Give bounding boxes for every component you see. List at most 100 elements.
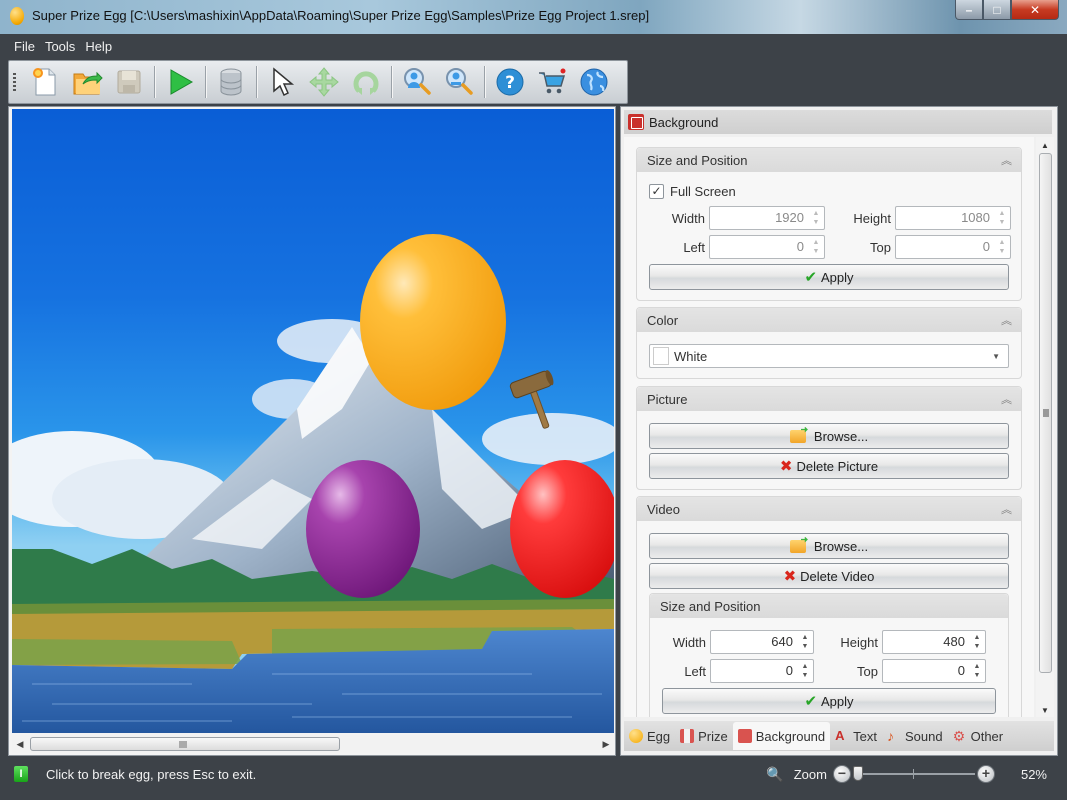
- database-button[interactable]: [212, 63, 250, 101]
- zoom-out-button[interactable]: −: [832, 765, 851, 783]
- video-top-field[interactable]: 0 ▲ ▼: [882, 659, 986, 683]
- dropdown-arrow-icon[interactable]: ▼: [992, 352, 1000, 361]
- tab-label: Egg: [647, 728, 671, 744]
- browse-label: Browse...: [813, 538, 869, 554]
- database-icon: [220, 68, 242, 96]
- run-button[interactable]: [161, 63, 199, 101]
- app-window: Super Prize Egg [C:\Users\mashixin\AppDa…: [0, 0, 1067, 800]
- zoom-in-button[interactable]: [398, 63, 436, 101]
- tab-text[interactable]: A Text: [830, 722, 882, 750]
- color-select[interactable]: White ▼: [649, 344, 1009, 368]
- spinner-arrows-icon[interactable]: ▲ ▼: [801, 662, 809, 680]
- menu-help[interactable]: Help: [85, 39, 112, 54]
- left-top-row: Left 0 ▲ ▼ Top 0 ▲ ▼: [637, 235, 1011, 259]
- cart-icon: [539, 68, 566, 94]
- width-value: 640: [771, 634, 793, 649]
- spinner-arrows-icon[interactable]: ▲ ▼: [801, 633, 809, 651]
- full-screen-row: ✓ Full Screen: [649, 184, 736, 199]
- group-title: Video: [647, 501, 681, 517]
- tab-prize[interactable]: Prize: [675, 722, 733, 750]
- design-canvas-pane: ◀ ▶: [8, 106, 616, 756]
- tab-sound[interactable]: ♪ Sound: [882, 722, 948, 750]
- video-left-field[interactable]: 0 ▲ ▼: [710, 659, 814, 683]
- top-value: 0: [982, 239, 990, 254]
- tab-other[interactable]: ⚙ Other: [948, 722, 1009, 750]
- vertical-scroll-thumb[interactable]: [1039, 153, 1052, 673]
- website-button[interactable]: [575, 63, 613, 101]
- horizontal-scrollbar[interactable]: ◀ ▶: [12, 735, 614, 753]
- maximize-button[interactable]: □: [983, 0, 1011, 20]
- group-header[interactable]: Picture ︽: [637, 387, 1021, 411]
- collapse-icon[interactable]: ︽: [1001, 391, 1012, 407]
- spinner-arrows-icon[interactable]: ▲ ▼: [973, 633, 981, 651]
- left-value: 0: [796, 239, 804, 254]
- video-width-field[interactable]: 640 ▲ ▼: [710, 630, 814, 654]
- width-field[interactable]: 1920 ▲ ▼: [709, 206, 825, 230]
- help-icon: ?: [496, 68, 524, 96]
- apply-label: Apply: [821, 269, 854, 285]
- gift-icon: [680, 729, 695, 743]
- collapse-icon[interactable]: ︽: [1001, 501, 1012, 517]
- group-header[interactable]: Size and Position: [650, 594, 1008, 618]
- collapse-icon[interactable]: ︽: [1001, 312, 1012, 328]
- height-field[interactable]: 1080 ▲ ▼: [895, 206, 1011, 230]
- toolbar-separator: [256, 66, 257, 98]
- scroll-right-arrow-icon[interactable]: ▶: [600, 738, 612, 750]
- open-project-button[interactable]: [68, 63, 106, 101]
- picture-group: Picture ︽ Browse... ✖ Delete Picture: [636, 386, 1022, 490]
- full-screen-checkbox[interactable]: ✓: [649, 184, 664, 199]
- background-icon: [737, 729, 752, 743]
- browse-video-button[interactable]: Browse...: [649, 533, 1009, 559]
- delete-video-button[interactable]: ✖ Delete Video: [649, 563, 1009, 589]
- menu-file[interactable]: File: [14, 39, 35, 54]
- orange-egg[interactable]: [360, 234, 506, 410]
- video-height-field[interactable]: 480 ▲ ▼: [882, 630, 986, 654]
- delete-x-icon: ✖: [779, 458, 793, 475]
- scroll-up-arrow-icon[interactable]: ▲: [1039, 141, 1051, 150]
- left-value: 0: [785, 663, 793, 678]
- minimize-button[interactable]: –: [955, 0, 983, 20]
- top-field[interactable]: 0 ▲ ▼: [895, 235, 1011, 259]
- left-field[interactable]: 0 ▲ ▼: [709, 235, 825, 259]
- apply-button[interactable]: ✔ Apply: [649, 264, 1009, 290]
- zoom-label: Zoom: [793, 766, 827, 782]
- browse-picture-button[interactable]: Browse...: [649, 423, 1009, 449]
- collapse-icon[interactable]: ︽: [1001, 152, 1012, 168]
- zoom-slider-thumb[interactable]: [852, 766, 863, 781]
- spinner-arrows-icon[interactable]: ▲ ▼: [812, 209, 820, 227]
- group-header[interactable]: Video ︽: [637, 497, 1021, 521]
- width-value: 1920: [775, 210, 804, 225]
- horizontal-scroll-thumb[interactable]: [30, 737, 340, 751]
- menu-tools[interactable]: Tools: [45, 39, 75, 54]
- left-label: Left: [684, 663, 706, 679]
- select-tool-button[interactable]: [263, 63, 301, 101]
- video-apply-button[interactable]: ✔ Apply: [662, 688, 996, 714]
- preview-canvas[interactable]: [12, 109, 614, 733]
- zoom-slider[interactable]: [852, 765, 975, 783]
- close-button[interactable]: ✕: [1011, 0, 1059, 20]
- checkmark-icon: ✔: [804, 693, 818, 710]
- tab-background[interactable]: Background: [732, 722, 831, 750]
- spinner-arrows-icon[interactable]: ▲ ▼: [973, 662, 981, 680]
- new-project-button[interactable]: [26, 63, 64, 101]
- tab-label: Background: [755, 728, 826, 744]
- spinner-arrows-icon[interactable]: ▲ ▼: [812, 238, 820, 256]
- zoom-out-button[interactable]: [440, 63, 478, 101]
- zoom-in-button[interactable]: +: [976, 765, 995, 783]
- width-label: Width: [671, 210, 705, 226]
- vertical-scrollbar[interactable]: ▲ ▼: [1036, 137, 1054, 717]
- buy-button[interactable]: [533, 63, 571, 101]
- group-header[interactable]: Size and Position ︽: [637, 148, 1021, 172]
- properties-header: Background: [624, 110, 1052, 134]
- toolbar-grip[interactable]: [13, 73, 16, 91]
- group-header[interactable]: Color ︽: [637, 308, 1021, 332]
- help-button[interactable]: ?: [491, 63, 529, 101]
- scroll-left-arrow-icon[interactable]: ◀: [14, 738, 26, 750]
- delete-picture-button[interactable]: ✖ Delete Picture: [649, 453, 1009, 479]
- scroll-down-arrow-icon[interactable]: ▼: [1039, 706, 1051, 715]
- purple-egg[interactable]: [306, 460, 420, 598]
- tab-egg[interactable]: Egg: [624, 722, 675, 750]
- spinner-arrows-icon[interactable]: ▲ ▼: [998, 209, 1006, 227]
- spinner-arrows-icon[interactable]: ▲ ▼: [998, 238, 1006, 256]
- zoom-slider-midmark: [912, 769, 914, 779]
